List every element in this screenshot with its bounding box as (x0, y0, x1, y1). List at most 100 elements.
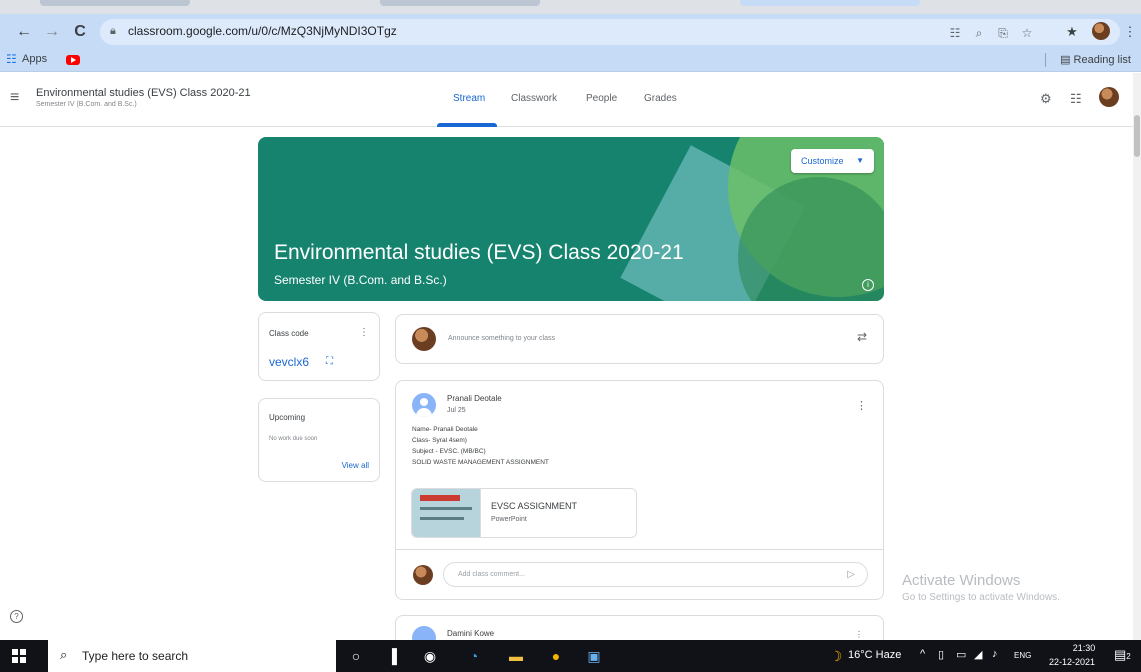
post-text-line: Name- Pranali Deotale (412, 426, 478, 433)
comment-input[interactable]: Add class comment... ▷ (443, 562, 868, 587)
media-app-icon[interactable]: ◉ (420, 646, 440, 666)
youtube-icon[interactable] (66, 55, 80, 65)
chevron-down-icon: ▼ (856, 156, 864, 165)
taskbar-search-placeholder: Type here to search (82, 649, 189, 663)
customize-button[interactable]: Customize ▼ (791, 149, 874, 173)
page-scrollbar[interactable] (1133, 73, 1141, 640)
class-code-label: Class code (269, 329, 309, 338)
windows-start-icon[interactable] (12, 649, 26, 663)
taskbar-search[interactable]: ⌕ Type here to search (48, 640, 336, 672)
bookmark-separator (1045, 53, 1046, 67)
start-tile (12, 649, 18, 655)
post-text-line: Subject - EVSC. (MB/BC) (412, 448, 486, 455)
hamburger-menu-icon[interactable]: ≡ (10, 89, 19, 107)
notification-icon[interactable]: ▤2 (1114, 647, 1131, 663)
user-avatar (412, 327, 436, 351)
post-text-line: SOLID WASTE MANAGEMENT ASSIGNMENT (412, 459, 549, 466)
header-class-subtitle: Semester IV (B.Com. and B.Sc.) (36, 101, 137, 108)
attachment-type: PowerPoint (491, 516, 527, 523)
class-code-card: Class code ⋮ vevclx6 ⛶ (258, 312, 380, 381)
browser-tab-active[interactable] (740, 0, 920, 6)
notification-count: 2 (1126, 652, 1131, 661)
battery-icon[interactable]: ▭ (956, 648, 966, 661)
browser-tab-strip[interactable] (0, 0, 1141, 14)
browser-menu-icon[interactable]: ⋮ (1120, 22, 1140, 42)
attachment-title: EVSC ASSIGNMENT (491, 501, 578, 511)
more-vert-icon[interactable]: ⋮ (856, 399, 867, 412)
start-tile (12, 657, 18, 663)
thumbnail-line (420, 507, 472, 510)
cortana-icon[interactable]: ○ (346, 646, 366, 666)
start-tile (20, 649, 26, 655)
extensions-icon[interactable]: ★ (1062, 22, 1082, 42)
attachment-card[interactable]: EVSC ASSIGNMENT PowerPoint (411, 488, 637, 538)
zoom-icon[interactable]: ⌕ (970, 26, 988, 41)
activate-windows-watermark: Activate Windows Go to Settings to activ… (902, 572, 1060, 603)
browser-tab[interactable] (380, 0, 540, 6)
comment-placeholder: Add class comment... (458, 571, 525, 578)
stream-post: Pranali Deotale Jul 25 ⋮ Name- Pranali D… (395, 380, 884, 600)
lock-icon: 🔒︎ (110, 25, 116, 37)
help-icon[interactable]: ? (10, 610, 23, 623)
banner-title[interactable]: Environmental studies (EVS) Class 2020-2… (274, 241, 684, 265)
clock-date[interactable]: 22-12-2021 (1049, 657, 1095, 667)
thumbnail-title-bar (420, 495, 460, 501)
forward-icon[interactable]: → (42, 22, 62, 42)
more-vert-icon[interactable]: ⋮ (359, 327, 369, 338)
reading-list-button[interactable]: ▤ Reading list (1060, 53, 1131, 66)
share-icon[interactable]: ⎘ (994, 26, 1012, 41)
chrome-icon[interactable]: ● (546, 646, 566, 666)
google-apps-icon[interactable]: ☷ (1070, 91, 1082, 107)
announce-placeholder[interactable]: Announce something to your class (448, 335, 555, 342)
tab-grades[interactable]: Grades (644, 93, 677, 104)
bookmarks-bar: ☷ Apps ▤ Reading list (0, 50, 1141, 72)
apps-bookmark[interactable]: Apps (22, 53, 47, 65)
header-class-title[interactable]: Environmental studies (EVS) Class 2020-2… (36, 87, 251, 99)
file-explorer-icon[interactable]: ▬ (506, 646, 526, 666)
language-indicator[interactable]: ENG (1014, 651, 1031, 660)
tray-app-icon[interactable]: ▯ (938, 648, 944, 661)
weather-text[interactable]: 16°C Haze (848, 649, 901, 661)
reload-icon[interactable]: C (70, 22, 90, 42)
tab-stream[interactable]: Stream (453, 93, 485, 104)
task-view-icon[interactable]: ▐ (382, 646, 402, 666)
browser-tab[interactable] (40, 0, 190, 6)
more-vert-icon[interactable]: ⋮ (855, 630, 863, 639)
upcoming-empty-text: No work due soon (269, 436, 318, 442)
repost-icon[interactable]: ⇄ (857, 330, 867, 344)
activate-title: Activate Windows (902, 572, 1021, 589)
back-icon[interactable]: ← (14, 22, 34, 42)
class-code-value: vevclx6 (269, 355, 310, 369)
classroom-header: ≡ Environmental studies (EVS) Class 2020… (0, 73, 1141, 127)
author-avatar-head (420, 398, 428, 406)
bookmark-star-icon[interactable]: ☆ (1018, 26, 1036, 40)
post-author-name: Pranali Deotale (447, 394, 502, 403)
tab-people[interactable]: People (586, 93, 617, 104)
fullscreen-icon[interactable]: ⛶ (326, 356, 333, 367)
attachment-thumbnail (412, 489, 481, 537)
profile-avatar[interactable] (1092, 22, 1110, 40)
class-banner: Environmental studies (EVS) Class 2020-2… (258, 137, 884, 301)
tablet-app-icon[interactable]: ▣ (584, 646, 604, 666)
translate-icon[interactable]: ☷ (946, 26, 964, 40)
send-icon[interactable]: ▷ (847, 563, 855, 586)
network-icon[interactable]: ◢ (974, 648, 982, 661)
account-avatar[interactable] (1099, 87, 1119, 107)
info-icon[interactable]: i (862, 279, 874, 291)
author-avatar (412, 393, 436, 417)
address-bar[interactable]: 🔒︎ classroom.google.com/u/0/c/MzQ3NjMyND… (100, 19, 1120, 45)
browser-toolbar: ← → C 🔒︎ classroom.google.com/u/0/c/MzQ3… (0, 14, 1141, 50)
announce-box[interactable]: Announce something to your class ⇄ (395, 314, 884, 364)
volume-icon[interactable]: ♪ (992, 648, 998, 660)
tray-chevron-icon[interactable]: ^ (920, 648, 925, 660)
tab-classwork[interactable]: Classwork (511, 93, 557, 104)
active-tab-indicator (437, 123, 497, 127)
apps-grid-icon[interactable]: ☷ (6, 52, 17, 66)
user-avatar (413, 565, 433, 585)
view-all-link[interactable]: View all (342, 461, 369, 470)
address-url[interactable]: classroom.google.com/u/0/c/MzQ3NjMyNDI3O… (128, 24, 397, 38)
edge-icon[interactable]: ◔ (464, 646, 484, 666)
clock-time[interactable]: 21:30 (1066, 643, 1102, 653)
scrollbar-thumb[interactable] (1134, 115, 1140, 157)
settings-gear-icon[interactable]: ⚙ (1040, 91, 1052, 107)
